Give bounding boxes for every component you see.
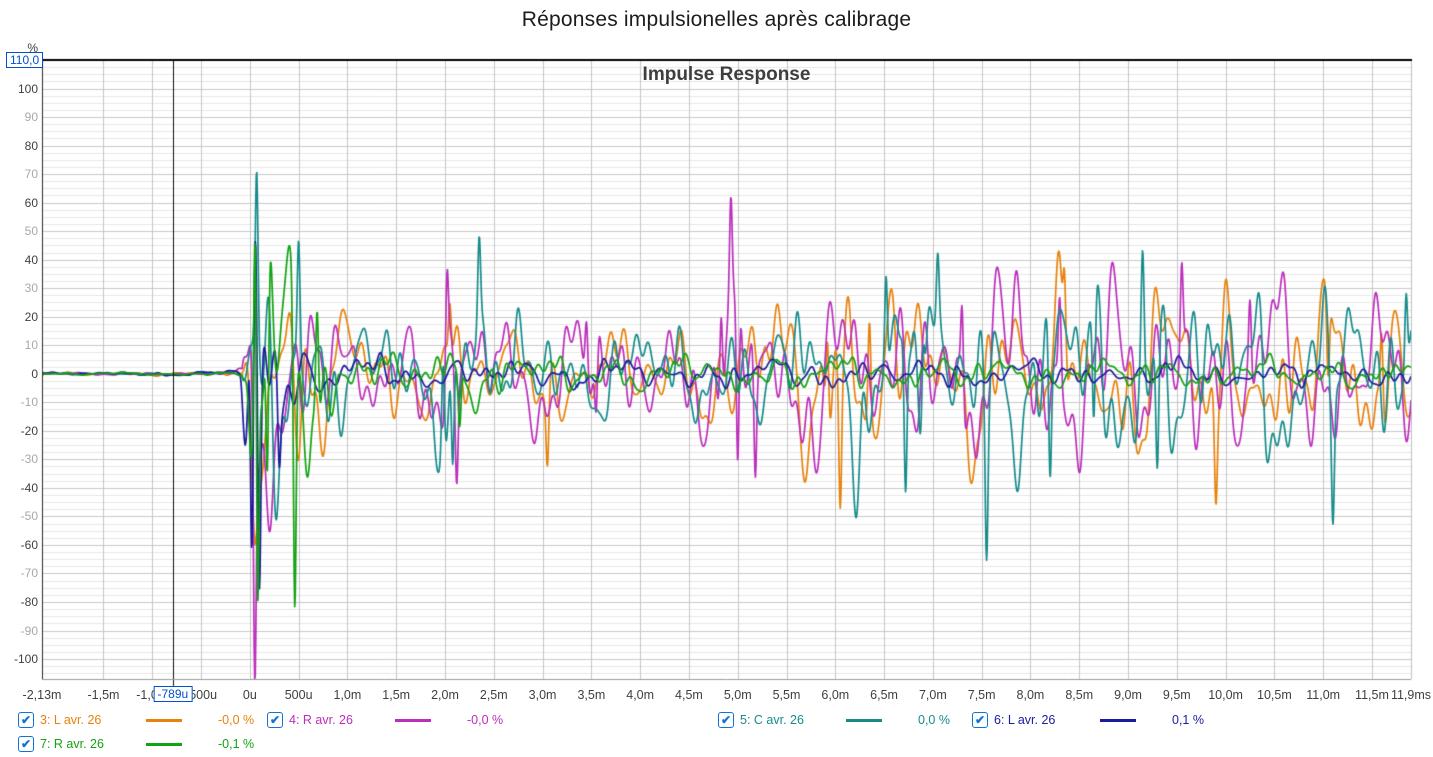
y-tick-label: 20 — [0, 311, 38, 323]
y-tick-label: 40 — [0, 254, 38, 266]
y-tick-label: 70 — [0, 168, 38, 180]
y-tick-label: -80 — [0, 596, 38, 608]
trace-color-swatch — [146, 743, 182, 746]
trace-value: 0,1 % — [1172, 713, 1204, 727]
x-tick-label: 1,0m — [334, 688, 362, 702]
y-tick-label: -30 — [0, 453, 38, 465]
x-tick-label: 2,5m — [480, 688, 508, 702]
trace-checkbox-5[interactable]: ✔ — [718, 712, 734, 728]
trace-color-swatch — [395, 719, 431, 722]
trace-value: 0,0 % — [918, 713, 950, 727]
x-tick-label: 11,0m — [1306, 688, 1340, 702]
x-tick-label: 10,5m — [1257, 688, 1292, 702]
x-tick-label: 8,5m — [1065, 688, 1093, 702]
x-tick-label: 5,0m — [724, 688, 752, 702]
x-tick-label: 10,0m — [1208, 688, 1243, 702]
trace-checkbox-4[interactable]: ✔ — [267, 712, 283, 728]
x-tick-label: -1,5m — [87, 688, 119, 702]
x-tick-label: 500u — [285, 688, 313, 702]
y-tick-label: 10 — [0, 339, 38, 351]
trace-value: -0,0 % — [467, 713, 503, 727]
y-tick-label: 80 — [0, 140, 38, 152]
x-tick-label: 6,0m — [821, 688, 849, 702]
trace-checkbox-3[interactable]: ✔ — [18, 712, 34, 728]
y-axis-max-input[interactable]: 110,0 — [6, 52, 43, 68]
x-tick-label: 1,5m — [382, 688, 410, 702]
x-tick-label: 8,0m — [1017, 688, 1045, 702]
x-tick-label: 2,0m — [431, 688, 459, 702]
x-tick-label: 3,0m — [529, 688, 557, 702]
x-tick-label: 4,5m — [675, 688, 703, 702]
x-tick-label: 5,5m — [773, 688, 801, 702]
trace-value: -0,0 % — [218, 713, 254, 727]
trace-label: 6: L avr. 26 — [994, 713, 1055, 727]
trace-color-swatch — [846, 719, 882, 722]
x-tick-label: 4,0m — [626, 688, 654, 702]
trace-color-swatch — [146, 719, 182, 722]
y-tick-label: -60 — [0, 539, 38, 551]
x-tick-label: 6,5m — [870, 688, 898, 702]
x-tick-label: 3,5m — [577, 688, 605, 702]
y-tick-label: -100 — [0, 653, 38, 665]
impulse-response-window: Réponses impulsionelles après calibrage … — [0, 0, 1433, 757]
chart-plot-area[interactable] — [0, 0, 1433, 757]
y-tick-label: 100 — [0, 83, 38, 95]
x-tick-label: 7,5m — [968, 688, 996, 702]
y-tick-label: -10 — [0, 396, 38, 408]
y-tick-label: -40 — [0, 482, 38, 494]
x-tick-label: 9,0m — [1114, 688, 1142, 702]
x-tick-label: 9,5m — [1163, 688, 1191, 702]
cursor-position-box[interactable]: -789u — [153, 686, 192, 702]
y-tick-label: 60 — [0, 197, 38, 209]
trace-label: 5: C avr. 26 — [740, 713, 804, 727]
trace-label: 3: L avr. 26 — [40, 713, 101, 727]
trace-checkbox-6[interactable]: ✔ — [972, 712, 988, 728]
x-tick-label: 11,9ms — [1391, 688, 1431, 702]
trace-label: 7: R avr. 26 — [40, 737, 104, 751]
x-tick-label: 0u — [243, 688, 257, 702]
chart-title: Impulse Response — [42, 64, 1411, 86]
y-tick-label: 90 — [0, 111, 38, 123]
x-tick-label: 11,5m — [1355, 688, 1389, 702]
y-tick-label: -90 — [0, 625, 38, 637]
y-tick-label: 0 — [0, 368, 38, 380]
trace-checkbox-7[interactable]: ✔ — [18, 736, 34, 752]
trace-color-swatch — [1100, 719, 1136, 722]
trace-value: -0,1 % — [218, 737, 254, 751]
x-tick-label: -2,13m — [23, 688, 62, 702]
x-tick-label: 7,0m — [919, 688, 947, 702]
y-tick-label: -70 — [0, 567, 38, 579]
trace-label: 4: R avr. 26 — [289, 713, 353, 727]
y-tick-label: 30 — [0, 282, 38, 294]
y-tick-label: -20 — [0, 425, 38, 437]
y-tick-label: 50 — [0, 225, 38, 237]
y-tick-label: -50 — [0, 510, 38, 522]
